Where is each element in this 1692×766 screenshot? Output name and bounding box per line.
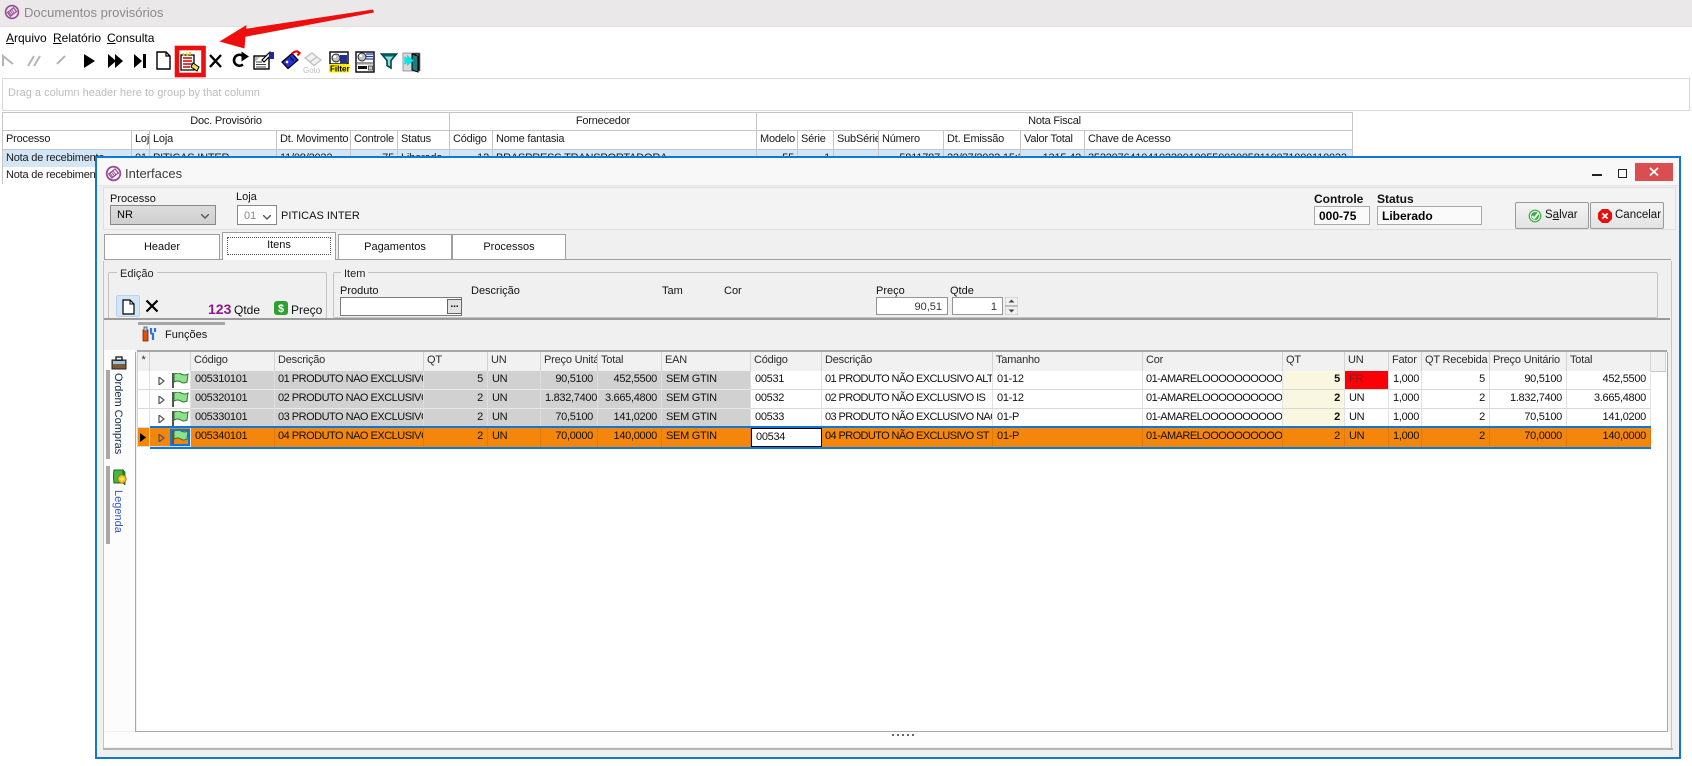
svg-text:$: $ xyxy=(278,303,284,315)
